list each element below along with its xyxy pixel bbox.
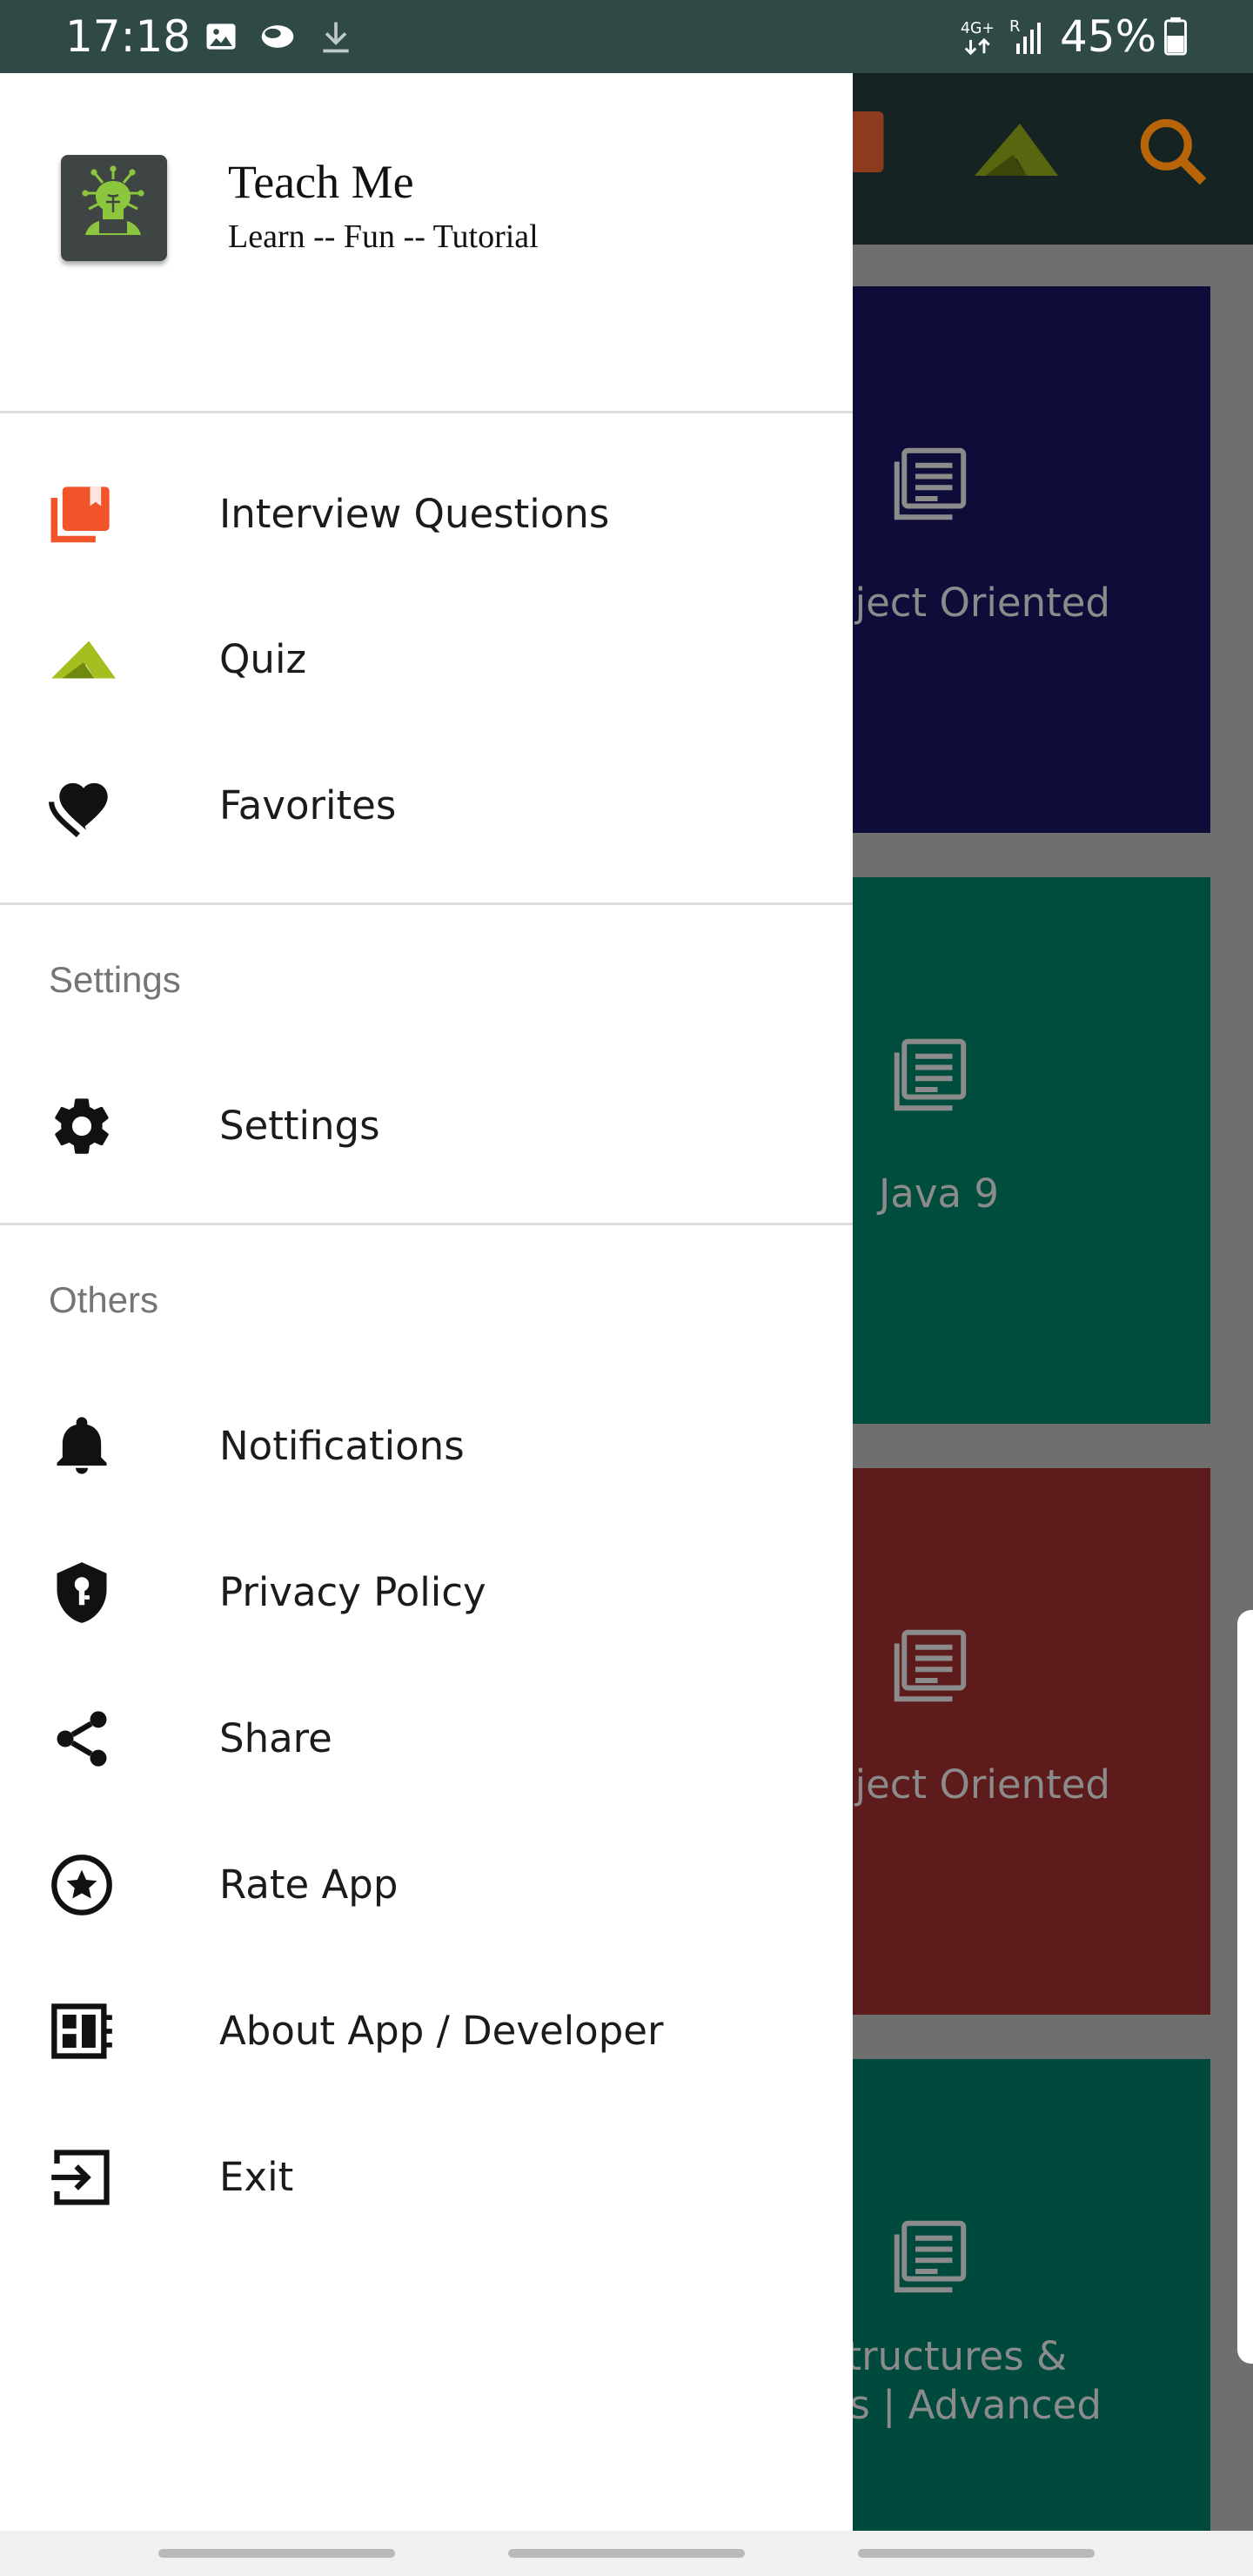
shield-key-icon [49,1560,115,1626]
nav-home-button[interactable] [508,2549,745,2558]
gallery-icon [202,17,240,60]
nav-back-button[interactable] [858,2549,1095,2558]
nav-recents-button[interactable] [158,2549,395,2558]
card-title: Structures & hms | Advanced [853,2333,1102,2428]
system-nav-bar [0,2531,1253,2576]
status-time: 17:18 [65,11,191,62]
battery-percentage: 45% [1060,11,1157,62]
divider [0,1223,853,1225]
menu-item-favorites[interactable]: Favorites [0,733,853,879]
menu-item-label: About App / Developer [219,2008,664,2054]
quiz-icon[interactable] [968,120,1062,187]
cloud-icon [256,17,299,60]
menu-item-label: Favorites [219,782,397,828]
topic-card[interactable]: Structures & hms | Advanced [853,2059,1210,2531]
article-icon [894,2220,967,2293]
menu-item-label: Settings [219,1103,380,1149]
section-title-others: Others [49,1279,159,1320]
article-icon [894,1629,967,1702]
menu-item-label: Share [219,1715,332,1761]
article-icon [894,1038,967,1111]
menu-item-settings[interactable]: Settings [0,1053,853,1199]
menu-item-label: Privacy Policy [219,1569,486,1615]
app-subtitle: Learn -- Fun -- Tutorial [228,218,539,255]
menu-item-label: Notifications [219,1423,465,1469]
book-icon [49,481,115,547]
search-icon[interactable] [1133,111,1213,196]
battery-icon [1163,16,1189,60]
topic-card[interactable]: Java 9 [853,877,1210,1424]
menu-item-notifications[interactable]: Notifications [0,1373,853,1519]
svg-text:4G+: 4G+ [961,20,995,37]
topic-card[interactable]: bject Oriented [853,1468,1210,2015]
menu-item-about-app[interactable]: About App / Developer [0,1958,853,2104]
menu-item-label: Rate App [219,1862,399,1908]
heart-icon [49,773,115,839]
download-icon [317,17,355,60]
status-bar: 17:18 4G+ R 45% [0,0,1253,73]
topic-card[interactable]: bject Oriented [853,286,1210,833]
menu-item-label: Interview Questions [219,491,610,537]
edge-panel-handle[interactable] [1237,1610,1253,2364]
signal-icon: R [1009,16,1048,62]
menu-item-label: Quiz [219,636,307,682]
app-title: Teach Me [228,156,414,208]
about-icon [49,1998,115,2064]
section-title-settings: Settings [49,959,181,1000]
book-icon[interactable] [849,111,884,177]
quiz-icon [49,627,116,693]
divider [0,411,853,413]
menu-item-interview-questions[interactable]: Interview Questions [0,441,853,587]
card-title: bject Oriented [853,1761,1110,1808]
menu-item-privacy-policy[interactable]: Privacy Policy [0,1519,853,1666]
gear-icon [49,1093,115,1159]
card-title: Java 9 [879,1171,999,1217]
svg-text:R: R [1009,17,1021,36]
article-icon [894,447,967,520]
exit-icon [49,2144,115,2210]
4g-signal-icon: 4G+ [961,16,1004,62]
divider [0,902,853,905]
menu-item-rate-app[interactable]: Rate App [0,1812,853,1958]
app-logo [61,155,167,261]
star-circle-icon [49,1852,115,1918]
drawer-header: Teach Me Learn -- Fun -- Tutorial [0,73,853,413]
menu-item-quiz[interactable]: Quiz [0,587,853,733]
menu-item-share[interactable]: Share [0,1666,853,1812]
menu-item-label: Exit [219,2154,294,2200]
menu-item-exit[interactable]: Exit [0,2104,853,2251]
bell-icon [49,1413,115,1479]
card-title: bject Oriented [853,580,1110,626]
navigation-drawer: Teach Me Learn -- Fun -- Tutorial Interv… [0,73,853,2531]
share-icon [49,1706,115,1772]
